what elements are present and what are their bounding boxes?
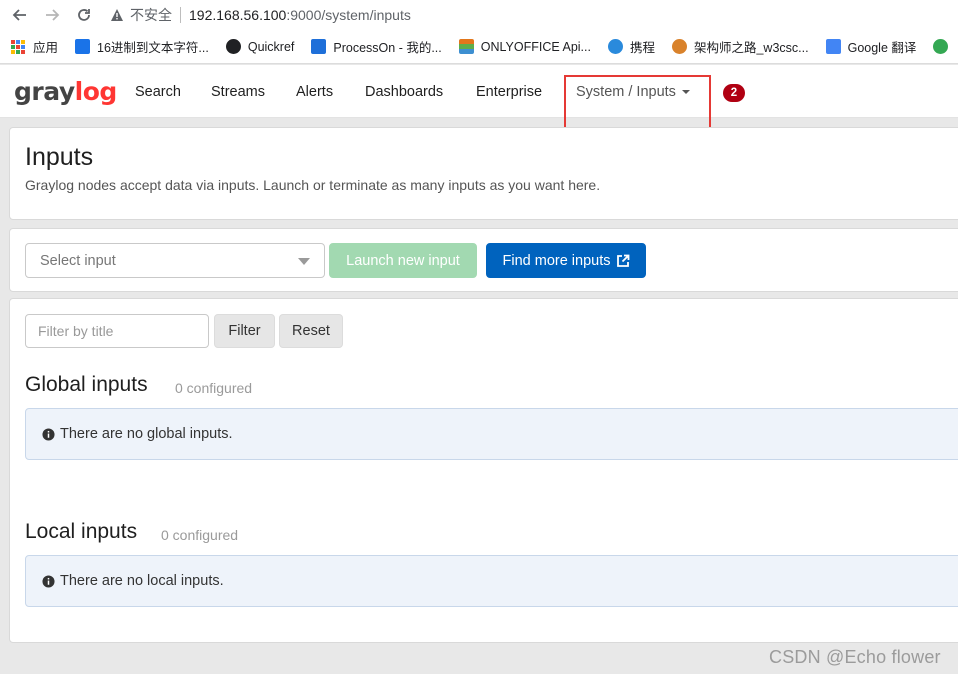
onlyoffice-icon [458, 39, 474, 54]
local-inputs-title: Local inputs [25, 520, 138, 543]
bookmark-overflow[interactable] [933, 39, 955, 54]
bookmark-ctrip[interactable]: 携程 [607, 37, 655, 56]
w3cschool-icon [671, 39, 687, 54]
external-link-icon [616, 254, 629, 267]
nav-alerts[interactable]: Alerts [296, 83, 333, 101]
bookmark-label: 携程 [629, 41, 655, 55]
bookmark-label: 应用 [33, 41, 59, 55]
bookmark-label: ProcessOn - 我的... [333, 41, 442, 55]
url-path: :9000/system/inputs [286, 7, 411, 23]
bookmark-onlyoffice[interactable]: ONLYOFFICE Api... [458, 39, 591, 54]
local-inputs-count: 0 configured [161, 527, 239, 543]
bookmark-label: Google 翻译 [847, 41, 917, 55]
apps-grid-icon [11, 39, 25, 54]
reload-icon[interactable] [72, 3, 96, 27]
bookmark-apps[interactable]: 应用 [11, 37, 58, 56]
bookmark-w3cschool[interactable]: 架构师之路_w3csc... [671, 37, 809, 56]
ctrip-icon [607, 39, 623, 54]
annotation-highlight-box [564, 75, 711, 131]
bookmark-google-translate[interactable]: Google 翻译 [825, 37, 917, 56]
select-input-dropdown[interactable]: Select input [25, 243, 325, 278]
forward-arrow-icon[interactable] [40, 3, 64, 27]
watermark-text: CSDN @Echo flower [769, 647, 941, 667]
hex-converter-icon [75, 39, 91, 54]
page-description: Graylog nodes accept data via inputs. La… [25, 177, 601, 193]
insecure-label: 不安全 [130, 7, 172, 23]
info-circle-icon [42, 427, 55, 441]
bookmark-processon[interactable]: ProcessOn - 我的... [311, 37, 442, 56]
quickref-icon [225, 39, 241, 54]
back-arrow-icon[interactable] [8, 3, 32, 27]
bookmarks-bar: 应用 16进制到文本字符... Quickref ProcessOn - 我的.… [0, 30, 958, 64]
global-inputs-empty-alert: There are no global inputs. [25, 408, 958, 460]
bookmark-label: ONLYOFFICE Api... [480, 39, 591, 54]
processon-icon [311, 39, 327, 54]
google-translate-icon [825, 39, 841, 54]
omnibox-separator [180, 7, 181, 23]
select-input-placeholder: Select input [40, 252, 116, 269]
bookmark-quickref[interactable]: Quickref [225, 39, 295, 54]
bookmark-label: Quickref [247, 39, 295, 54]
warning-triangle-icon [111, 9, 123, 21]
bookmark-overflow-icon [933, 39, 949, 54]
graylog-navbar: graylog Search Streams Alerts Dashboards… [0, 65, 958, 131]
url-host: 192.168.56.100 [189, 7, 287, 23]
nav-dashboards[interactable]: Dashboards [365, 83, 443, 101]
global-inputs-count: 0 configured [175, 380, 253, 396]
browser-toolbar: 不安全 192.168.56.100:9000/system/inputs [0, 0, 958, 30]
graylog-logo[interactable]: graylog [14, 79, 117, 105]
local-inputs-empty-text: There are no local inputs. [60, 573, 224, 589]
info-circle-icon [42, 574, 55, 588]
bookmark-label: 架构师之路_w3csc... [693, 41, 809, 55]
inputs-list-panel: Filter Reset Global inputs 0 configured … [9, 298, 958, 643]
reset-button[interactable]: Reset [279, 314, 343, 348]
global-inputs-empty-text: There are no global inputs. [60, 426, 233, 442]
find-more-inputs-button[interactable]: Find more inputs [486, 243, 646, 278]
page-header-panel: Inputs Graylog nodes accept data via inp… [9, 127, 958, 220]
filter-button[interactable]: Filter [214, 314, 275, 348]
bookmark-hex-converter[interactable]: 16进制到文本字符... [75, 37, 209, 56]
nav-enterprise[interactable]: Enterprise [476, 83, 542, 101]
filter-by-title-input[interactable] [25, 314, 209, 348]
logo-log-text: log [74, 77, 118, 106]
address-bar[interactable]: 不安全 192.168.56.100:9000/system/inputs [110, 5, 411, 25]
global-inputs-title: Global inputs [25, 373, 148, 396]
local-inputs-empty-alert: There are no local inputs. [25, 555, 958, 607]
notification-badge[interactable]: 2 [723, 84, 745, 102]
launch-new-input-button[interactable]: Launch new input [329, 243, 477, 278]
logo-gray-text: gray [14, 77, 75, 106]
nav-streams[interactable]: Streams [211, 83, 265, 101]
bookmark-label: 16进制到文本字符... [97, 41, 209, 55]
dropdown-arrow-icon [298, 258, 310, 265]
nav-search[interactable]: Search [135, 83, 181, 101]
launch-input-panel: Select input Launch new input Find more … [9, 228, 958, 292]
find-more-inputs-label: Find more inputs [502, 252, 611, 269]
page-title: Inputs [25, 143, 94, 171]
